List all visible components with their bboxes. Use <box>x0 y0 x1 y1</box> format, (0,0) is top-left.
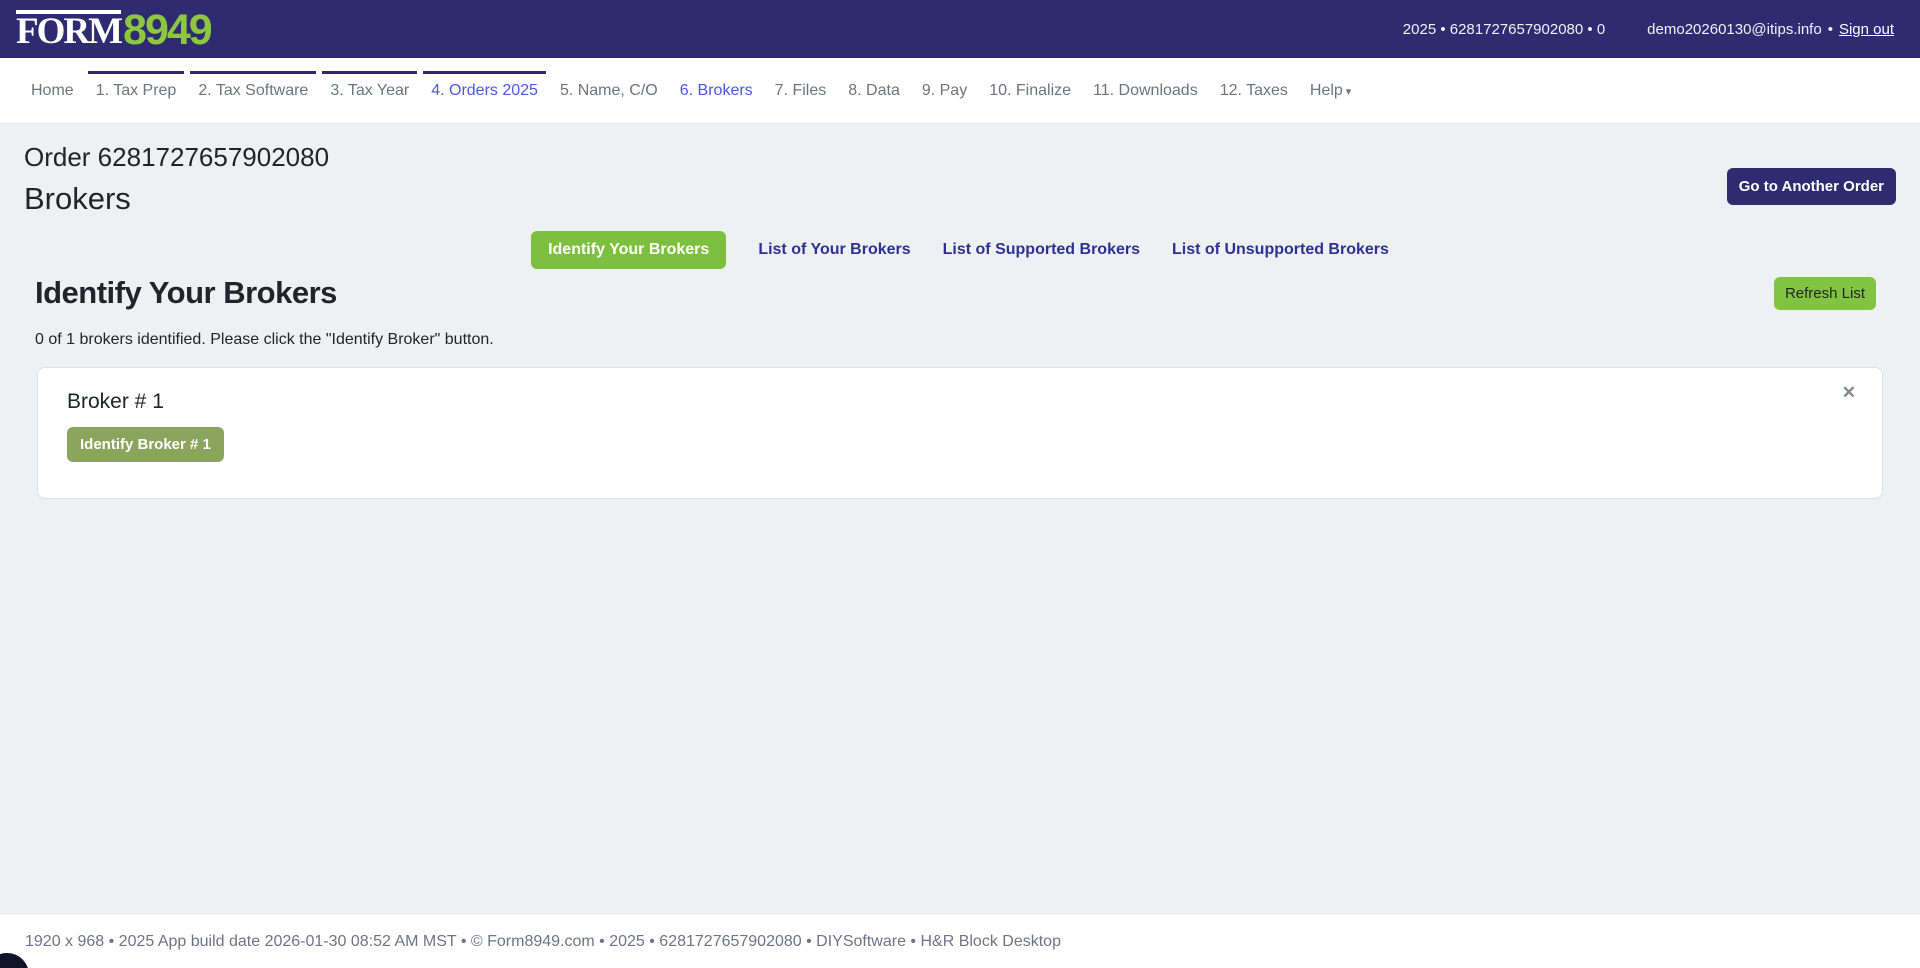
page-header: Order 6281727657902080 Brokers Go to Ano… <box>0 142 1920 217</box>
nav-item-tax-prep[interactable]: 1. Tax Prep <box>87 70 185 102</box>
nav-item-taxes[interactable]: 12. Taxes <box>1212 80 1296 102</box>
close-icon[interactable]: ✕ <box>1842 384 1856 401</box>
main-content: Order 6281727657902080 Brokers Go to Ano… <box>0 124 1920 915</box>
session-info: 2025 • 6281727657902080 • 0 <box>1402 20 1606 38</box>
nav-item-tax-year[interactable]: 3. Tax Year <box>322 70 418 102</box>
topbar-right: 2025 • 6281727657902080 • 0 demo20260130… <box>1403 21 1894 38</box>
order-title: Order 6281727657902080 <box>24 142 330 172</box>
user-separator: • <box>1827 20 1833 38</box>
user-block: demo20260130@itips.info • Sign out <box>1647 21 1894 38</box>
broker-card: Broker # 1 Identify Broker # 1 ✕ <box>37 367 1883 499</box>
identify-broker-button[interactable]: Identify Broker # 1 <box>67 427 224 462</box>
page-title: Brokers <box>24 181 131 216</box>
nav-item-name-co[interactable]: 5. Name, C/O <box>552 80 666 102</box>
broker-card-title: Broker # 1 <box>67 390 164 413</box>
section-title: Identify Your Brokers <box>35 275 337 310</box>
nav-item-downloads[interactable]: 11. Downloads <box>1085 80 1206 102</box>
nav-item-tax-software[interactable]: 2. Tax Software <box>190 70 317 102</box>
footer: 1920 x 968 • 2025 App build date 2026-01… <box>0 915 1920 968</box>
tab-identify-your-brokers[interactable]: Identify Your Brokers <box>531 231 727 269</box>
main-navbar: Home 1. Tax Prep 2. Tax Software 3. Tax … <box>0 58 1920 124</box>
tab-list-of-unsupported-brokers[interactable]: List of Unsupported Brokers <box>1172 241 1389 259</box>
section-head: Identify Your Brokers Refresh List <box>35 275 1883 311</box>
nav-item-finalize[interactable]: 10. Finalize <box>981 80 1079 102</box>
nav-item-files[interactable]: 7. Files <box>767 80 835 102</box>
help-label: Help <box>1309 81 1343 99</box>
nav-item-pay[interactable]: 9. Pay <box>914 80 975 102</box>
chevron-down-icon: ▾ <box>1345 85 1352 98</box>
user-email: demo20260130@itips.info <box>1647 20 1822 38</box>
broker-tabs: Identify Your Brokers List of Your Broke… <box>0 231 1920 269</box>
nav-item-home[interactable]: Home <box>23 80 82 102</box>
logo-8949-text: 8949 <box>123 6 213 55</box>
top-header-bar: FORM 8949 2025 • 6281727657902080 • 0 de… <box>0 0 1920 58</box>
identify-brokers-section: Identify Your Brokers Refresh List 0 of … <box>0 269 1920 499</box>
nav-item-orders[interactable]: 4. Orders 2025 <box>423 70 546 102</box>
logo-form-text: FORM <box>16 10 123 53</box>
tab-list-of-your-brokers[interactable]: List of Your Brokers <box>758 241 910 259</box>
broker-status-text: 0 of 1 brokers identified. Please click … <box>35 331 494 348</box>
sign-out-link[interactable]: Sign out <box>1839 21 1894 38</box>
form8949-logo[interactable]: FORM 8949 <box>16 6 213 55</box>
footer-build-info: 1920 x 968 • 2025 App build date 2026-01… <box>25 932 1061 950</box>
go-to-another-order-button[interactable]: Go to Another Order <box>1726 168 1896 205</box>
nav-item-data[interactable]: 8. Data <box>840 80 908 102</box>
nav-item-help-dropdown[interactable]: Help ▾ <box>1302 80 1359 102</box>
nav-item-brokers[interactable]: 6. Brokers <box>672 80 761 102</box>
refresh-list-button[interactable]: Refresh List <box>1773 276 1876 310</box>
tab-list-of-supported-brokers[interactable]: List of Supported Brokers <box>943 241 1140 259</box>
